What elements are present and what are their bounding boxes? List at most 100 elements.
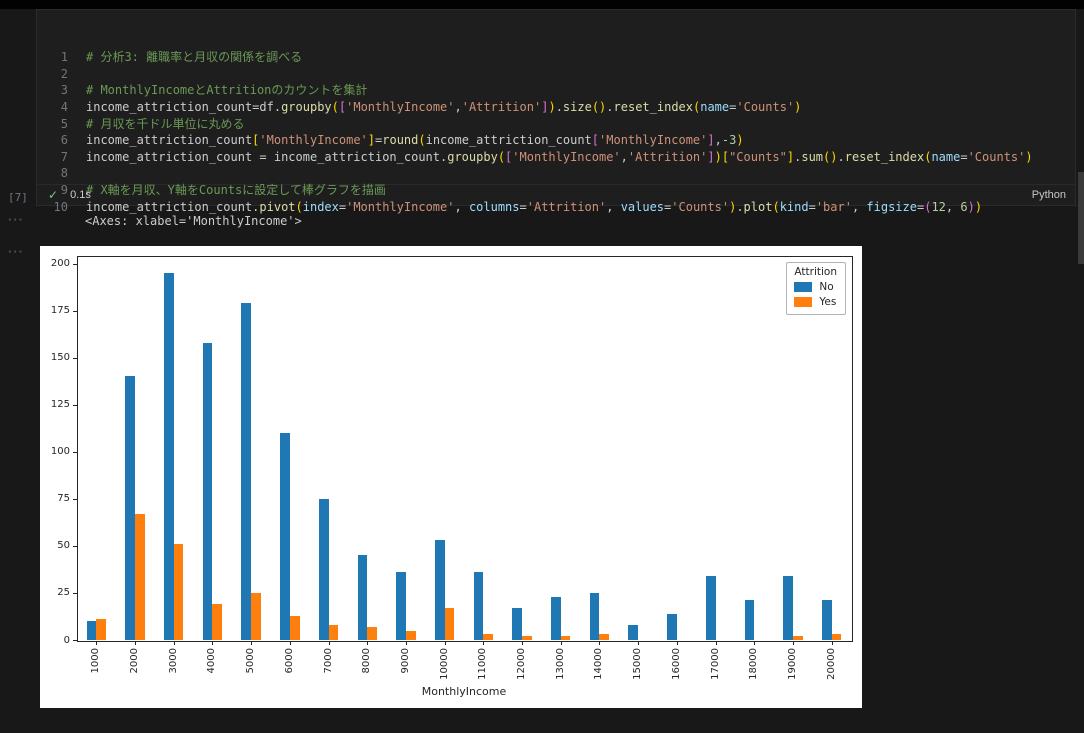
bar-no [551, 597, 561, 640]
bar-no [125, 376, 135, 640]
x-tick-label: 16000 [670, 648, 683, 680]
y-tick-label: 125 [40, 398, 70, 411]
x-tick-mark [367, 641, 368, 645]
x-tick-mark [522, 641, 523, 645]
y-tick-label: 175 [40, 304, 70, 317]
x-tick-label: 12000 [515, 648, 528, 680]
bar-no [435, 540, 445, 640]
bar-no [706, 576, 716, 640]
x-tick-label: 8000 [360, 648, 373, 673]
bar-yes [329, 625, 339, 640]
code-text [68, 66, 93, 83]
bar-no [164, 273, 174, 640]
x-tick-mark [96, 641, 97, 645]
output-collapse-toggle[interactable]: ··· [8, 212, 24, 227]
x-tick-mark [793, 641, 794, 645]
bar-yes [445, 608, 455, 640]
x-tick-mark [483, 641, 484, 645]
line-number: 5 [37, 116, 68, 133]
line-number: 2 [37, 66, 68, 83]
y-tick-mark [73, 499, 77, 500]
bar-no [87, 621, 97, 640]
legend-title: Attrition [794, 266, 837, 278]
legend-label: No [819, 281, 833, 293]
bar-no [783, 576, 793, 640]
bar-yes [832, 634, 842, 640]
x-tick-mark [290, 641, 291, 645]
line-number: 6 [37, 132, 68, 149]
y-tick-label: 200 [40, 257, 70, 270]
bar-yes [483, 634, 493, 640]
code-line[interactable]: 4income_attriction_count=df.groupby(['Mo… [37, 99, 1075, 116]
y-tick-label: 100 [40, 445, 70, 458]
bar-yes [135, 514, 145, 640]
code-line[interactable]: 8 [37, 165, 1075, 182]
bar-no [203, 343, 213, 640]
y-tick-label: 0 [40, 634, 70, 647]
line-number: 8 [37, 165, 68, 182]
bar-yes [290, 616, 300, 640]
x-tick-mark [212, 641, 213, 645]
code-line[interactable]: 5# 月収を千ドル単位に丸める [37, 116, 1075, 133]
code-line[interactable]: 6income_attriction_count['MonthlyIncome'… [37, 132, 1075, 149]
code-text: # MonthlyIncomeとAttritionのカウントを集計 [68, 82, 367, 99]
chart-legend: Attrition No Yes [786, 262, 846, 315]
bar-yes [96, 619, 106, 640]
y-tick-mark [73, 264, 77, 265]
success-check-icon: ✓ [48, 188, 58, 202]
plot-area [77, 256, 853, 642]
legend-entry: Yes [794, 296, 837, 308]
bar-yes [212, 604, 222, 640]
x-tick-mark [329, 641, 330, 645]
code-line[interactable]: 7income_attriction_count = income_attric… [37, 149, 1075, 166]
bar-no [280, 433, 290, 640]
bar-no [241, 303, 251, 640]
code-text: income_attriction_count['MonthlyIncome']… [68, 132, 744, 149]
code-text: income_attriction_count=df.groupby(['Mon… [68, 99, 801, 116]
bar-no [512, 608, 522, 640]
legend-swatch [794, 297, 812, 307]
bar-yes [599, 634, 609, 640]
language-picker[interactable]: Python [1032, 189, 1066, 201]
x-tick-mark [406, 641, 407, 645]
line-number: 1 [37, 49, 68, 66]
x-tick-mark [754, 641, 755, 645]
code-line[interactable]: 1# 分析3: 離職率と月収の関係を調べる [37, 49, 1075, 66]
bar-yes [406, 631, 416, 640]
x-tick-label: 4000 [205, 648, 218, 673]
y-tick-mark [73, 358, 77, 359]
code-editor[interactable]: 1# 分析3: 離職率と月収の関係を調べる2 3# MonthlyIncomeと… [37, 10, 1075, 248]
code-cell[interactable]: 1# 分析3: 離職率と月収の関係を調べる2 3# MonthlyIncomeと… [36, 9, 1076, 206]
x-tick-label: 20000 [825, 648, 838, 680]
bar-no [628, 625, 638, 640]
y-tick-label: 150 [40, 351, 70, 364]
line-number: 3 [37, 82, 68, 99]
x-tick-mark [251, 641, 252, 645]
x-tick-label: 7000 [322, 648, 335, 673]
x-tick-label: 3000 [167, 648, 180, 673]
code-line[interactable]: 3# MonthlyIncomeとAttritionのカウントを集計 [37, 82, 1075, 99]
legend-entry: No [794, 281, 837, 293]
x-tick-label: 11000 [476, 648, 489, 680]
legend-label: Yes [819, 296, 836, 308]
code-line[interactable]: 2 [37, 66, 1075, 83]
scrollbar-thumb[interactable] [1078, 172, 1084, 264]
x-tick-label: 19000 [786, 648, 799, 680]
bar-yes [793, 636, 803, 640]
bar-no [590, 593, 600, 640]
y-tick-mark [73, 452, 77, 453]
x-tick-label: 9000 [399, 648, 412, 673]
x-tick-label: 1000 [89, 648, 102, 673]
bar-no [396, 572, 406, 640]
x-tick-mark [716, 641, 717, 645]
execution-count-badge: [7] [8, 191, 28, 204]
bar-no [822, 600, 832, 640]
y-tick-mark [73, 405, 77, 406]
x-tick-mark [832, 641, 833, 645]
notebook-page: 1# 分析3: 離職率と月収の関係を調べる2 3# MonthlyIncomeと… [0, 0, 1084, 733]
y-tick-mark [73, 311, 77, 312]
bar-yes [251, 593, 261, 640]
plot-collapse-toggle[interactable]: ··· [8, 244, 24, 259]
x-tick-label: 18000 [747, 648, 760, 680]
legend-swatch [794, 282, 812, 292]
